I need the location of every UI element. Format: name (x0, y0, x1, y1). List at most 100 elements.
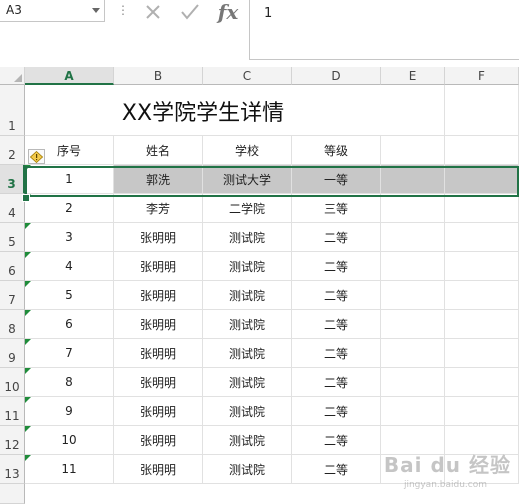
cell-school[interactable]: 测试院 (203, 223, 292, 252)
error-check-button[interactable] (28, 149, 45, 164)
cell-empty[interactable] (381, 368, 445, 397)
cell-f1[interactable] (445, 85, 519, 136)
row-header-6[interactable]: 6 (0, 252, 25, 281)
row-header-partial[interactable] (0, 484, 25, 504)
cell-school[interactable]: 测试院 (203, 252, 292, 281)
cell-name[interactable]: 张明明 (114, 368, 203, 397)
enter-check-icon[interactable] (177, 0, 203, 24)
name-box-dropdown-icon[interactable] (92, 8, 100, 13)
row-header-13[interactable]: 13 (0, 455, 25, 484)
cell-index[interactable]: 10 (25, 426, 114, 455)
cell-empty[interactable] (381, 252, 445, 281)
cell-empty[interactable] (445, 339, 519, 368)
spreadsheet-grid[interactable]: A B C D E F 1 XX学院学生详情 2 序号 姓名 学校 等级 31郭… (0, 67, 519, 504)
fill-handle[interactable] (22, 194, 30, 202)
cell-school[interactable]: 测试院 (203, 426, 292, 455)
cell-empty[interactable] (445, 310, 519, 339)
cell-empty[interactable] (445, 165, 519, 194)
cell-empty[interactable] (445, 223, 519, 252)
cell-empty[interactable] (445, 281, 519, 310)
cell-empty[interactable] (381, 165, 445, 194)
cell-index[interactable]: 6 (25, 310, 114, 339)
cell-level[interactable]: 二等 (292, 426, 381, 455)
cell-empty[interactable] (381, 281, 445, 310)
cell-school[interactable]: 测试院 (203, 339, 292, 368)
cell-empty[interactable] (381, 223, 445, 252)
cell-name[interactable]: 张明明 (114, 310, 203, 339)
cell-school[interactable]: 测试院 (203, 310, 292, 339)
column-header-d[interactable]: D (292, 67, 381, 85)
cell-name[interactable]: 张明明 (114, 455, 203, 484)
cell-index[interactable]: 5 (25, 281, 114, 310)
cell-level[interactable]: 二等 (292, 455, 381, 484)
cell-level[interactable]: 一等 (292, 165, 381, 194)
column-header-e[interactable]: E (381, 67, 445, 85)
header-cell-school[interactable]: 学校 (203, 136, 292, 165)
cell-level[interactable]: 三等 (292, 194, 381, 223)
watermark-url: jingyan.baidu.com (403, 480, 487, 490)
cell-name[interactable]: 张明明 (114, 397, 203, 426)
cell-index[interactable]: 9 (25, 397, 114, 426)
cell-index[interactable]: 8 (25, 368, 114, 397)
header-cell-name[interactable]: 姓名 (114, 136, 203, 165)
cell-e1[interactable] (381, 85, 445, 136)
cell-name[interactable]: 张明明 (114, 223, 203, 252)
cell-school[interactable]: 测试大学 (203, 165, 292, 194)
cell-level[interactable]: 二等 (292, 368, 381, 397)
insert-function-button[interactable]: fx (215, 0, 241, 24)
cell-level[interactable]: 二等 (292, 339, 381, 368)
cell-index[interactable]: 7 (25, 339, 114, 368)
cell-school[interactable]: 测试院 (203, 368, 292, 397)
cancel-icon[interactable] (140, 0, 166, 24)
cell-level[interactable]: 二等 (292, 281, 381, 310)
cell-f2[interactable] (445, 136, 519, 165)
name-box[interactable]: A3 (0, 0, 105, 22)
cell-level[interactable]: 二等 (292, 252, 381, 281)
cell-school[interactable]: 测试院 (203, 281, 292, 310)
cell-empty[interactable] (445, 397, 519, 426)
column-header-b[interactable]: B (114, 67, 203, 85)
row-header-1[interactable]: 1 (0, 85, 25, 136)
row-header-3[interactable]: 3 (0, 165, 25, 194)
select-all-corner[interactable] (0, 67, 25, 85)
cell-name[interactable]: 张明明 (114, 281, 203, 310)
column-header-f[interactable]: F (445, 67, 519, 85)
header-cell-level[interactable]: 等级 (292, 136, 381, 165)
cell-empty[interactable] (381, 339, 445, 368)
cell-name[interactable]: 张明明 (114, 339, 203, 368)
row-header-2[interactable]: 2 (0, 136, 25, 165)
cell-index[interactable]: 2 (25, 194, 114, 223)
cell-name[interactable]: 郭洗 (114, 165, 203, 194)
cell-index[interactable]: 4 (25, 252, 114, 281)
more-icon[interactable]: ⋮ (117, 3, 129, 17)
cell-index[interactable]: 11 (25, 455, 114, 484)
row-header-12[interactable]: 12 (0, 426, 25, 455)
cell-level[interactable]: 二等 (292, 397, 381, 426)
cell-name[interactable]: 李芳 (114, 194, 203, 223)
cell-index[interactable]: 1 (25, 165, 114, 194)
cell-empty[interactable] (445, 194, 519, 223)
cell-name[interactable]: 张明明 (114, 426, 203, 455)
cell-index[interactable]: 3 (25, 223, 114, 252)
row-header-8[interactable]: 8 (0, 310, 25, 339)
cell-name[interactable]: 张明明 (114, 252, 203, 281)
cell-school[interactable]: 测试院 (203, 397, 292, 426)
row-header-7[interactable]: 7 (0, 281, 25, 310)
cell-e2[interactable] (381, 136, 445, 165)
cell-school[interactable]: 二学院 (203, 194, 292, 223)
cell-level[interactable]: 二等 (292, 310, 381, 339)
cell-empty[interactable] (381, 397, 445, 426)
cell-level[interactable]: 二等 (292, 223, 381, 252)
cell-empty[interactable] (445, 252, 519, 281)
cell-empty[interactable] (381, 310, 445, 339)
cell-empty[interactable] (381, 194, 445, 223)
row-header-9[interactable]: 9 (0, 339, 25, 368)
column-header-c[interactable]: C (203, 67, 292, 85)
row-header-10[interactable]: 10 (0, 368, 25, 397)
row-header-5[interactable]: 5 (0, 223, 25, 252)
row-header-11[interactable]: 11 (0, 397, 25, 426)
formula-input[interactable]: 1 (249, 0, 519, 60)
cell-empty[interactable] (445, 368, 519, 397)
column-header-a[interactable]: A (25, 67, 114, 85)
cell-school[interactable]: 测试院 (203, 455, 292, 484)
